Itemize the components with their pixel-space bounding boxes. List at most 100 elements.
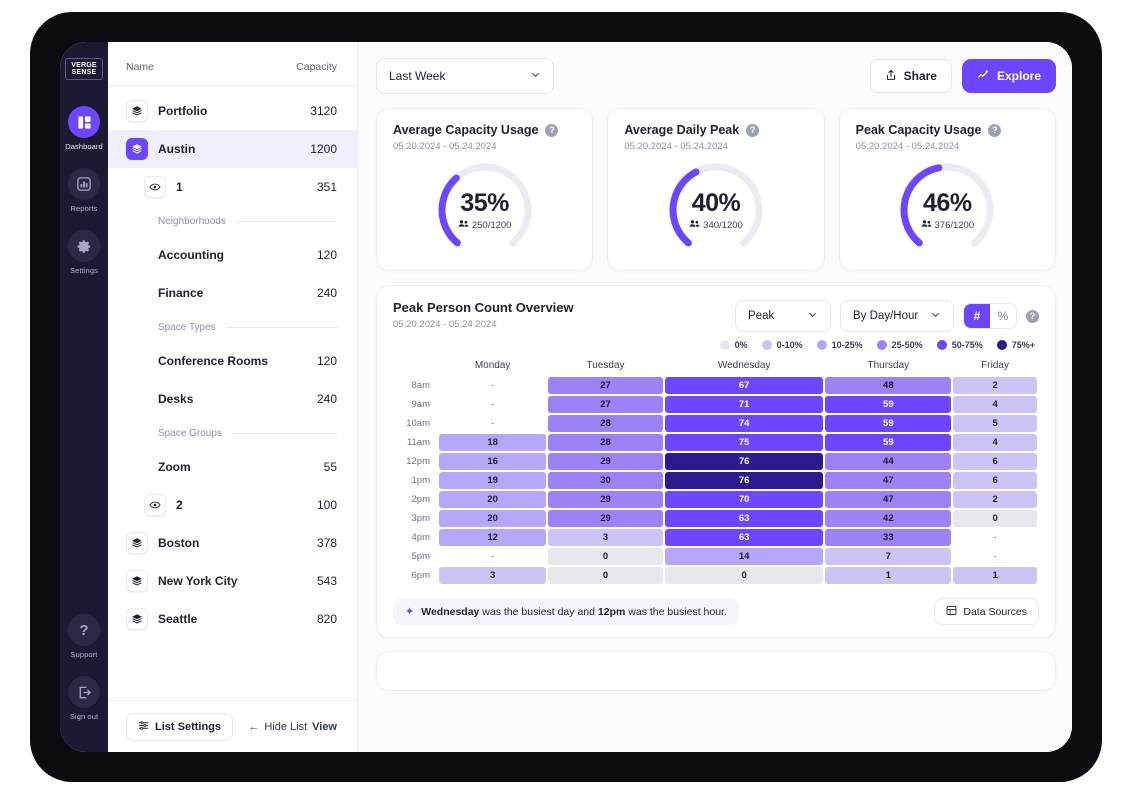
heatmap-cell[interactable]: 71	[665, 396, 824, 413]
heatmap-cell[interactable]: 4	[953, 396, 1037, 413]
help-icon[interactable]: ?	[545, 124, 558, 137]
heatmap-cell[interactable]: 59	[825, 415, 951, 432]
heatmap-cell[interactable]: 63	[665, 510, 824, 527]
list-item[interactable]: 2100	[108, 486, 357, 524]
heatmap-cell[interactable]: -	[439, 396, 546, 413]
heatmap-cell[interactable]: 30	[548, 472, 663, 489]
insight-bold-hour: 12pm	[598, 606, 625, 618]
heatmap-row: 8am-2767482	[395, 377, 1037, 394]
nav-label-reports: Reports	[71, 204, 98, 213]
data-sources-button[interactable]: Data Sources	[934, 598, 1039, 625]
unit-toggle-count[interactable]: #	[964, 304, 990, 328]
date-range-select[interactable]: Last Week	[376, 58, 554, 94]
heatmap-cell[interactable]: 7	[825, 548, 951, 565]
heatmap-cell[interactable]: 1	[825, 567, 951, 584]
list-group-header: Space Types	[108, 312, 357, 342]
heatmap-cell[interactable]: 28	[548, 434, 663, 451]
heatmap-cell[interactable]: 74	[665, 415, 824, 432]
help-icon[interactable]: ?	[746, 124, 759, 137]
heatmap-cell[interactable]: 75	[665, 434, 824, 451]
sliders-icon	[138, 720, 149, 734]
heatmap-cell[interactable]: 29	[548, 491, 663, 508]
heatmap-cell[interactable]: 59	[825, 396, 951, 413]
nav-item-reports[interactable]: Reports	[60, 168, 108, 213]
heatmap-cell[interactable]: 27	[548, 396, 663, 413]
heatmap-cell[interactable]: 0	[548, 548, 663, 565]
heatmap-cell[interactable]: 76	[665, 472, 824, 489]
heatmap-cell[interactable]: 12	[439, 529, 546, 546]
grouping-select[interactable]: By Day/Hour	[840, 300, 954, 332]
heatmap-cell[interactable]: 0	[953, 510, 1037, 527]
list-item[interactable]: Boston378	[108, 524, 357, 562]
heatmap-cell[interactable]: 2	[953, 377, 1037, 394]
heatmap-cell[interactable]: 42	[825, 510, 951, 527]
list-item[interactable]: Desks240	[108, 380, 357, 418]
heatmap-cell[interactable]: 67	[665, 377, 824, 394]
heatmap-cell[interactable]: 33	[825, 529, 951, 546]
heatmap-cell[interactable]: 5	[953, 415, 1037, 432]
nav-item-sign-out[interactable]: Sign out	[60, 676, 108, 721]
legend-swatch	[997, 340, 1007, 350]
list-item[interactable]: Austin1200	[108, 130, 357, 168]
heatmap-cell[interactable]: 47	[825, 491, 951, 508]
heatmap-cell[interactable]: -	[953, 529, 1037, 546]
list-item[interactable]: New York City543	[108, 562, 357, 600]
heatmap-cell[interactable]: 70	[665, 491, 824, 508]
kpi-title: Average Capacity Usage	[393, 123, 538, 137]
heatmap-cell[interactable]: 76	[665, 453, 824, 470]
heatmap-cell[interactable]: 44	[825, 453, 951, 470]
list-item[interactable]: 1351	[108, 168, 357, 206]
nav-item-support[interactable]: ? Support	[60, 614, 108, 659]
heatmap-cell[interactable]: 6	[953, 453, 1037, 470]
heatmap-date-range: 05.20.2024 - 05.24.2024	[393, 319, 574, 330]
heatmap-cell[interactable]: 29	[548, 453, 663, 470]
list-item[interactable]: Seattle820	[108, 600, 357, 638]
heatmap-cell[interactable]: 3	[439, 567, 546, 584]
heatmap-cell[interactable]: 20	[439, 510, 546, 527]
heatmap-cell[interactable]: -	[439, 548, 546, 565]
heatmap-cell[interactable]: 1	[953, 567, 1037, 584]
list-item[interactable]: Accounting120	[108, 236, 357, 274]
hide-list-view-button[interactable]: ← Hide List View	[248, 721, 337, 733]
heatmap-cell[interactable]: 28	[548, 415, 663, 432]
heatmap-cell[interactable]: 20	[439, 491, 546, 508]
heatmap-cell[interactable]: 0	[665, 567, 824, 584]
nav-item-settings[interactable]: Settings	[60, 230, 108, 275]
list-item[interactable]: Finance240	[108, 274, 357, 312]
heatmap-cell[interactable]: 14	[665, 548, 824, 565]
list-settings-button[interactable]: List Settings	[126, 713, 233, 741]
nav-item-dashboard[interactable]: Dashboard	[60, 106, 108, 151]
heatmap-row: 1pm193076476	[395, 472, 1037, 489]
heatmap-cell[interactable]: 47	[825, 472, 951, 489]
heatmap-cell[interactable]: 63	[665, 529, 824, 546]
help-icon[interactable]: ?	[988, 124, 1001, 137]
list-item-label: Accounting	[158, 248, 317, 262]
heatmap-cell[interactable]: 48	[825, 377, 951, 394]
heatmap-cell[interactable]: 16	[439, 453, 546, 470]
unit-toggle-percent[interactable]: %	[990, 304, 1016, 328]
gear-icon	[68, 230, 100, 262]
explore-button[interactable]: Explore	[962, 59, 1056, 93]
list-item[interactable]: Zoom55	[108, 448, 357, 486]
heatmap-cell[interactable]: 2	[953, 491, 1037, 508]
heatmap-cell[interactable]: 0	[548, 567, 663, 584]
list-item[interactable]: Conference Rooms120	[108, 342, 357, 380]
list-item[interactable]: Portfolio3120	[108, 92, 357, 130]
metric-select[interactable]: Peak	[735, 300, 831, 332]
heatmap-cell[interactable]: 6	[953, 472, 1037, 489]
grouping-select-value: By Day/Hour	[853, 310, 918, 322]
heatmap-cell[interactable]: -	[439, 415, 546, 432]
heatmap-cell[interactable]: 29	[548, 510, 663, 527]
heatmap-cell[interactable]: -	[439, 377, 546, 394]
heatmap-cell[interactable]: 4	[953, 434, 1037, 451]
heatmap-cell[interactable]: 18	[439, 434, 546, 451]
share-button[interactable]: Share	[870, 59, 952, 93]
kpi-title-row: Average Daily Peak ?	[624, 123, 807, 137]
heatmap-cell[interactable]: 3	[548, 529, 663, 546]
heatmap-cell[interactable]: 59	[825, 434, 951, 451]
heatmap-cell[interactable]: -	[953, 548, 1037, 565]
heatmap-cell[interactable]: 19	[439, 472, 546, 489]
heatmap-row: 11am182875594	[395, 434, 1037, 451]
heatmap-cell[interactable]: 27	[548, 377, 663, 394]
help-icon[interactable]: ?	[1026, 310, 1039, 323]
